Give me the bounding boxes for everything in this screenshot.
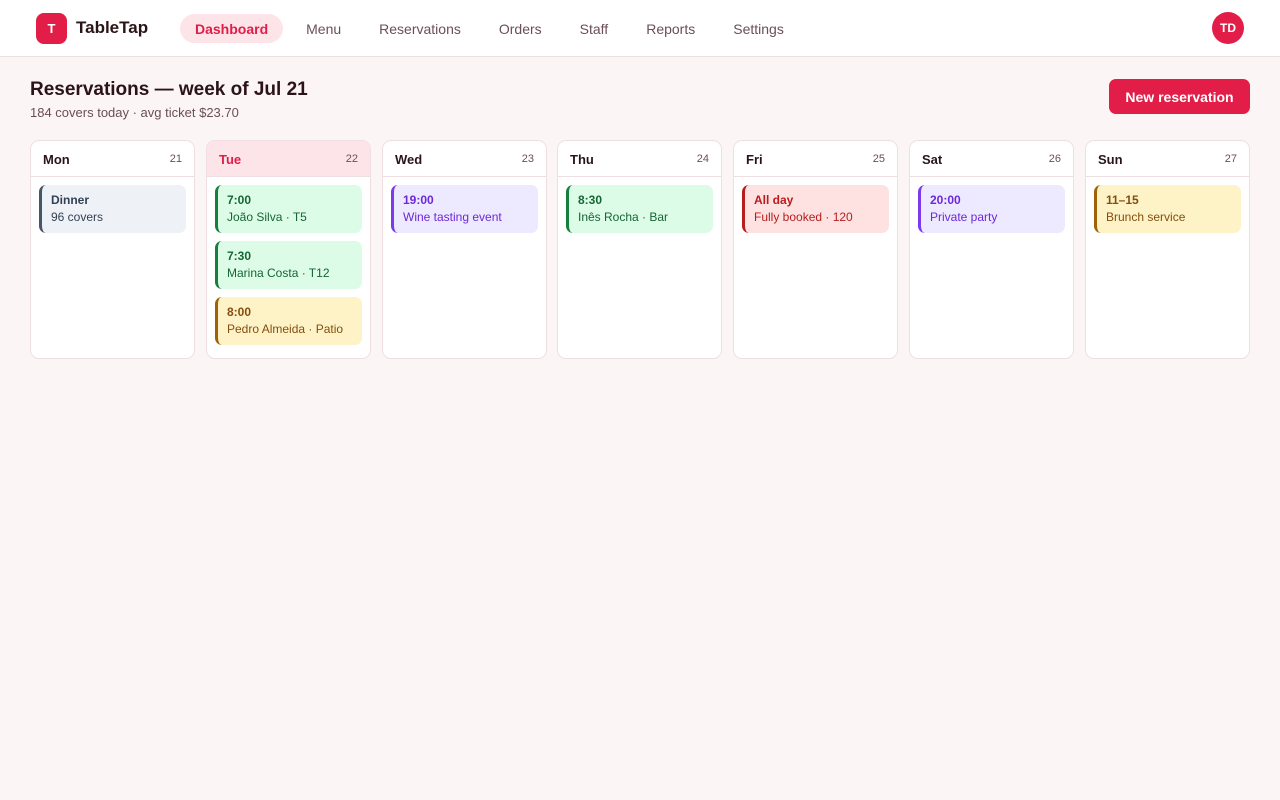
day-name: Sun <box>1098 152 1123 167</box>
day-name: Fri <box>746 152 763 167</box>
day-header: Thu 24 <box>558 141 721 177</box>
day-column-fri[interactable]: Fri 25 All day Fully booked · 120 <box>733 140 898 359</box>
event-list: All day Fully booked · 120 <box>734 177 897 233</box>
reservation-card[interactable]: Dinner 96 covers <box>39 185 186 233</box>
day-number: 24 <box>696 153 709 165</box>
reservation-time: Dinner <box>51 193 90 207</box>
day-column-sun[interactable]: Sun 27 11–15 Brunch service <box>1085 140 1250 359</box>
reservation-time: 7:30 <box>227 249 252 263</box>
event-list: 20:00 Private party <box>910 177 1073 233</box>
page-title: Reservations — week of Jul 21 <box>30 79 308 100</box>
day-header: Fri 25 <box>734 141 897 177</box>
day-column-wed[interactable]: Wed 23 19:00 Wine tasting event <box>382 140 547 359</box>
event-list: 8:30 Inês Rocha · Bar <box>558 177 721 233</box>
nav-item-reservations[interactable]: Reservations <box>364 14 476 43</box>
top-bar: T TableTap Dashboard Menu Reservations Orde… <box>0 0 1280 57</box>
reservation-time: 8:00 <box>227 305 252 319</box>
event-list: 11–15 Brunch service <box>1086 177 1249 233</box>
reservation-detail: Inês Rocha · Bar <box>578 210 669 224</box>
main-nav: Dashboard Menu Reservations Orders Staff Repo… <box>180 14 807 43</box>
day-number: 22 <box>345 153 358 165</box>
reservation-card[interactable]: 19:00 Wine tasting event <box>391 185 538 233</box>
day-column-mon[interactable]: Mon 21 Dinner 96 covers <box>30 140 195 359</box>
day-number: 26 <box>1048 153 1061 165</box>
day-header: Tue 22 <box>207 141 370 177</box>
day-column-tue[interactable]: Tue 22 7:00 João Silva · T5 7:30 Marina Costa… <box>206 140 371 359</box>
reservation-time: 20:00 <box>930 193 961 207</box>
nav-item-staff[interactable]: Staff <box>565 14 624 43</box>
reservation-card[interactable]: All day Fully booked · 120 <box>742 185 889 233</box>
new-reservation-button[interactable]: New reservation <box>1109 79 1250 114</box>
day-name: Tue <box>219 152 242 167</box>
nav-item-orders[interactable]: Orders <box>484 14 557 43</box>
reservation-detail: Pedro Almeida · Patio <box>227 322 344 336</box>
reservation-detail: João Silva · T5 <box>227 210 307 224</box>
day-column-thu[interactable]: Thu 24 8:30 Inês Rocha · Bar <box>557 140 722 359</box>
reservation-detail: Wine tasting event <box>403 210 502 224</box>
day-number: 27 <box>1224 153 1237 165</box>
event-list: Dinner 96 covers <box>31 177 194 233</box>
reservation-detail: Marina Costa · T12 <box>227 266 330 280</box>
day-number: 21 <box>169 153 182 165</box>
reservation-card[interactable]: 8:30 Inês Rocha · Bar <box>566 185 713 233</box>
reservation-time: 8:30 <box>578 193 603 207</box>
reservation-time: 19:00 <box>403 193 434 207</box>
day-name: Thu <box>570 152 594 167</box>
event-list: 19:00 Wine tasting event <box>383 177 546 233</box>
event-list: 7:00 João Silva · T5 7:30 Marina Costa · T1… <box>207 177 370 345</box>
reservation-card[interactable]: 7:30 Marina Costa · T12 <box>215 241 362 289</box>
week-calendar: Mon 21 Dinner 96 covers Tue 22 7:00 João Silva … <box>30 140 1250 359</box>
reservation-time: 11–15 <box>1106 193 1139 207</box>
user-avatar[interactable]: TD <box>1212 12 1244 44</box>
nav-item-dashboard[interactable]: Dashboard <box>180 14 284 43</box>
nav-item-reports[interactable]: Reports <box>631 14 710 43</box>
day-name: Mon <box>43 152 70 167</box>
reservation-card[interactable]: 7:00 João Silva · T5 <box>215 185 362 233</box>
day-header: Mon 21 <box>31 141 194 177</box>
app-name[interactable]: TableTap <box>76 18 148 38</box>
day-name: Sat <box>922 152 943 167</box>
reservation-detail: Private party <box>930 210 998 224</box>
day-header: Wed 23 <box>383 141 546 177</box>
reservation-card[interactable]: 20:00 Private party <box>918 185 1065 233</box>
day-number: 23 <box>521 153 534 165</box>
page-subtitle: 184 covers today · avg ticket $23.70 <box>30 105 239 120</box>
reservation-time: All day <box>754 193 794 207</box>
day-column-sat[interactable]: Sat 26 20:00 Private party <box>909 140 1074 359</box>
day-name: Wed <box>395 152 423 167</box>
nav-item-settings[interactable]: Settings <box>718 14 799 43</box>
day-header: Sat 26 <box>910 141 1073 177</box>
reservation-detail: Fully booked · 120 <box>754 210 853 224</box>
reservation-detail: 96 covers <box>51 210 104 224</box>
day-header: Sun 27 <box>1086 141 1249 177</box>
reservation-card[interactable]: 11–15 Brunch service <box>1094 185 1241 233</box>
reservation-detail: Brunch service <box>1106 210 1186 224</box>
day-number: 25 <box>872 153 885 165</box>
reservation-time: 7:00 <box>227 193 252 207</box>
app-logo-icon[interactable]: T <box>36 13 67 44</box>
reservation-card[interactable]: 8:00 Pedro Almeida · Patio <box>215 297 362 345</box>
nav-item-menu[interactable]: Menu <box>291 14 356 43</box>
